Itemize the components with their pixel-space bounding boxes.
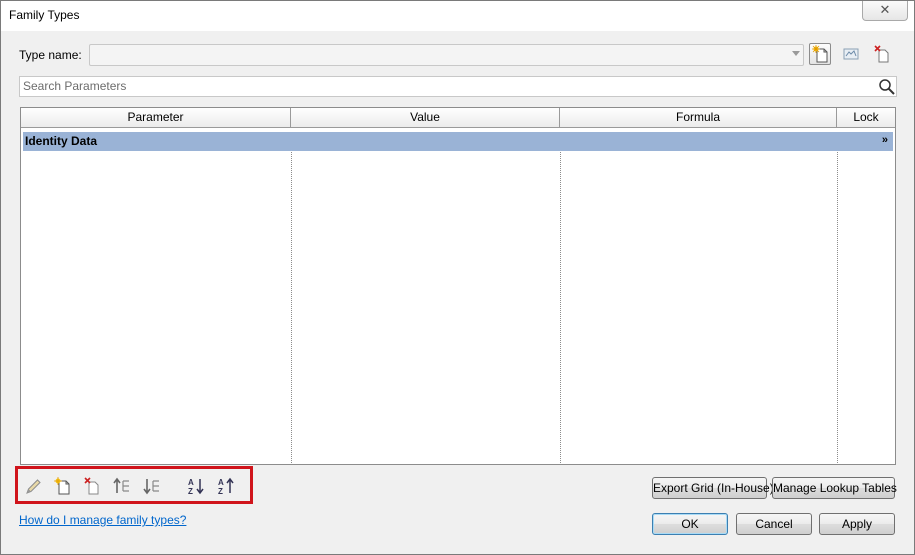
new-type-icon (812, 45, 828, 63)
column-divider (291, 152, 292, 463)
svg-text:A: A (218, 478, 224, 487)
svg-text:A: A (188, 478, 194, 487)
column-divider (837, 152, 838, 463)
chevron-down-icon[interactable] (792, 51, 800, 56)
new-type-button[interactable] (809, 43, 831, 65)
ok-button[interactable]: OK (652, 513, 728, 535)
apply-button[interactable]: Apply (819, 513, 895, 535)
type-name-label: Type name: (19, 48, 82, 62)
column-divider (560, 152, 561, 463)
search-parameters-field[interactable] (19, 76, 897, 97)
parameters-grid[interactable]: Parameter Value Formula Lock Identity Da… (20, 107, 896, 465)
edit-parameter-icon[interactable] (23, 476, 43, 496)
new-parameter-icon[interactable] (52, 476, 72, 496)
magnifier-icon[interactable] (878, 78, 896, 96)
collapse-chevron-icon[interactable]: » (882, 131, 888, 150)
type-name-dropdown[interactable] (89, 44, 804, 66)
group-label: Identity Data (25, 134, 98, 148)
column-header-parameter[interactable]: Parameter (21, 108, 291, 128)
close-button[interactable]: ✕ (862, 1, 908, 21)
rename-type-icon (843, 48, 859, 60)
column-header-value[interactable]: Value (291, 108, 560, 128)
family-types-dialog: Family Types ✕ Type name: Search Paramet… (0, 0, 915, 555)
move-down-icon[interactable] (142, 476, 162, 496)
move-up-icon[interactable] (112, 476, 132, 496)
sort-ascending-icon[interactable]: A Z (186, 476, 206, 496)
delete-type-icon (874, 45, 889, 63)
cancel-button[interactable]: Cancel (736, 513, 812, 535)
window-title: Family Types (9, 8, 80, 22)
export-grid-button[interactable]: Export Grid (In-House) (652, 477, 774, 499)
group-row-identity-data[interactable]: Identity Data » (23, 132, 893, 151)
column-header-formula[interactable]: Formula (560, 108, 837, 128)
title-bar: Family Types ✕ (1, 1, 914, 31)
delete-type-button[interactable] (872, 44, 894, 66)
rename-type-button[interactable] (841, 44, 863, 66)
sort-descending-icon[interactable]: A Z (216, 476, 236, 496)
svg-text:Z: Z (218, 487, 223, 496)
column-header-lock[interactable]: Lock (837, 108, 895, 128)
delete-parameter-icon[interactable] (82, 476, 102, 496)
manage-lookup-tables-button[interactable]: Manage Lookup Tables (772, 477, 897, 499)
svg-text:Z: Z (188, 487, 193, 496)
search-input[interactable] (23, 78, 863, 94)
help-link[interactable]: How do I manage family types? (19, 513, 186, 527)
